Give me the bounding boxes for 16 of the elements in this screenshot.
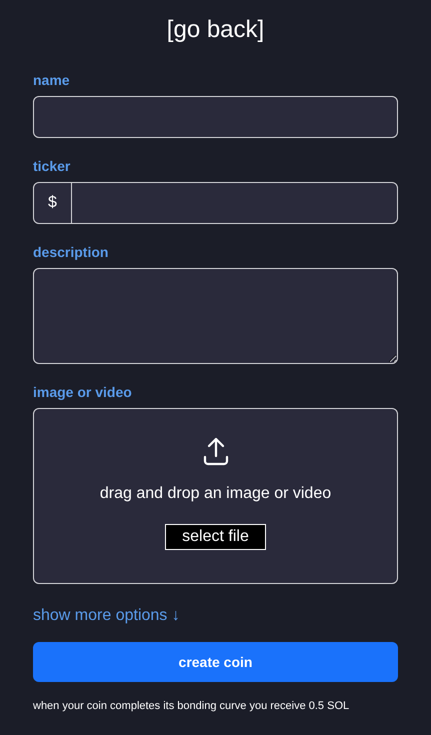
show-more-options-link[interactable]: show more options ↓	[33, 607, 180, 624]
dollar-prefix: $	[34, 183, 72, 223]
select-file-button[interactable]: select file	[165, 524, 266, 550]
upload-icon	[202, 436, 228, 466]
name-input-field[interactable]	[33, 96, 398, 138]
field-label: description	[33, 243, 110, 262]
field-label: image or video	[33, 383, 133, 402]
ticker-input-field[interactable]: $	[33, 182, 398, 224]
description-input-field[interactable]	[33, 268, 398, 364]
field-label: name	[33, 71, 71, 90]
create-coin-button[interactable]: create coin	[33, 642, 398, 682]
dropzone-prompt: drag and drop an image or video	[100, 484, 332, 504]
go-back-link[interactable]: [go back]	[166, 14, 264, 46]
upload-dropzone[interactable]: drag and drop an image or video select file	[33, 408, 398, 584]
field-label: ticker	[33, 157, 72, 176]
bonding-curve-note: when your coin completes its bonding curve you receive 0.5 SOL	[33, 699, 350, 714]
